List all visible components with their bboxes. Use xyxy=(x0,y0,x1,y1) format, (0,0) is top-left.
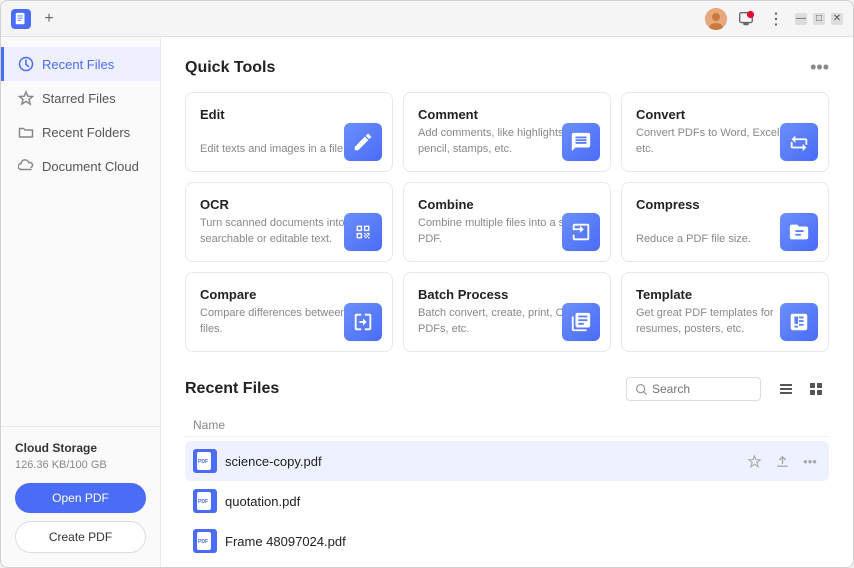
tool-name: Combine xyxy=(418,197,596,212)
search-box[interactable] xyxy=(626,377,761,401)
quick-tools-title: Quick Tools xyxy=(185,59,275,77)
sidebar-item-recent-folders[interactable]: Recent Folders xyxy=(1,115,160,149)
folder-icon xyxy=(18,124,34,140)
tool-ocr[interactable]: OCR Turn scanned documents into searchab… xyxy=(185,182,393,262)
pdf-file-icon: PDF xyxy=(193,529,217,553)
table-row[interactable]: PDF quotation.pdf xyxy=(185,481,829,521)
compare-tool-icon xyxy=(344,303,382,341)
add-tab-button[interactable]: + xyxy=(39,9,59,29)
sidebar-item-document-cloud[interactable]: Document Cloud xyxy=(1,149,160,183)
app-icon xyxy=(11,9,31,29)
tool-name: Edit xyxy=(200,107,378,122)
tool-name: Compare xyxy=(200,287,378,302)
window-controls: — □ ✕ xyxy=(795,13,843,25)
main-content: Quick Tools ••• Edit Edit texts and imag… xyxy=(161,37,853,567)
tool-name: Batch Process xyxy=(418,287,596,302)
more-options-icon[interactable]: ⋮ xyxy=(765,8,787,30)
restore-button[interactable]: □ xyxy=(813,13,825,25)
file-actions: ••• xyxy=(743,450,821,472)
star-file-button[interactable] xyxy=(743,450,765,472)
notification-icon[interactable] xyxy=(735,8,757,30)
compress-tool-icon xyxy=(780,213,818,251)
search-icon xyxy=(635,383,648,396)
tool-template[interactable]: Template Get great PDF templates for res… xyxy=(621,272,829,352)
files-table: Name PDF science-copy.pdf xyxy=(185,414,829,561)
tool-edit[interactable]: Edit Edit texts and images in a file. xyxy=(185,92,393,172)
table-row[interactable]: PDF science-copy.pdf ••• xyxy=(185,441,829,481)
pdf-file-icon: PDF xyxy=(193,449,217,473)
template-tool-icon xyxy=(780,303,818,341)
grid-view-button[interactable] xyxy=(803,376,829,402)
view-icons xyxy=(773,376,829,402)
comment-tool-icon xyxy=(562,123,600,161)
svg-text:PDF: PDF xyxy=(198,539,208,545)
minimize-button[interactable]: — xyxy=(795,13,807,25)
create-pdf-button[interactable]: Create PDF xyxy=(15,521,146,553)
avatar xyxy=(705,8,727,30)
pdf-file-icon: PDF xyxy=(193,489,217,513)
tool-batch-process[interactable]: Batch Process Batch convert, create, pri… xyxy=(403,272,611,352)
tool-name: Compress xyxy=(636,197,814,212)
tool-combine[interactable]: Combine Combine multiple files into a si… xyxy=(403,182,611,262)
titlebar-left: + xyxy=(11,9,59,29)
ocr-tool-icon xyxy=(344,213,382,251)
quick-tools-more-button[interactable]: ••• xyxy=(810,57,829,78)
quick-tools-header: Quick Tools ••• xyxy=(185,57,829,78)
cloud-icon xyxy=(18,158,34,174)
batch-tool-icon xyxy=(562,303,600,341)
column-name: Name xyxy=(193,418,225,432)
titlebar-right: ⋮ — □ ✕ xyxy=(705,8,843,30)
more-file-button[interactable]: ••• xyxy=(799,450,821,472)
sidebar-item-label: Document Cloud xyxy=(42,159,139,174)
sidebar: Recent Files Starred Files Recent Folder… xyxy=(1,37,161,567)
svg-text:PDF: PDF xyxy=(198,459,208,465)
list-view-button[interactable] xyxy=(773,376,799,402)
clock-icon xyxy=(18,56,34,72)
tool-convert[interactable]: Convert Convert PDFs to Word, Excel, PPT… xyxy=(621,92,829,172)
titlebar: + ⋮ — □ ✕ xyxy=(1,1,853,37)
tool-compress[interactable]: Compress Reduce a PDF file size. xyxy=(621,182,829,262)
table-row[interactable]: PDF Frame 48097024.pdf xyxy=(185,521,829,561)
tool-name: OCR xyxy=(200,197,378,212)
tool-compare[interactable]: Compare Compare differences between two … xyxy=(185,272,393,352)
svg-text:PDF: PDF xyxy=(198,499,208,505)
recent-files-header: Recent Files xyxy=(185,376,829,402)
sidebar-nav: Recent Files Starred Files Recent Folder… xyxy=(1,37,160,426)
search-input[interactable] xyxy=(652,382,752,396)
app-window: + ⋮ — □ ✕ Rece xyxy=(0,0,854,568)
sidebar-item-label: Recent Files xyxy=(42,57,114,72)
cloud-storage-size: 126.36 KB/100 GB xyxy=(15,459,146,471)
upload-file-button[interactable] xyxy=(771,450,793,472)
combine-tool-icon xyxy=(562,213,600,251)
file-name: quotation.pdf xyxy=(225,494,821,509)
recent-files-title: Recent Files xyxy=(185,380,279,398)
tool-name: Comment xyxy=(418,107,596,122)
files-table-header: Name xyxy=(185,414,829,437)
tool-comment[interactable]: Comment Add comments, like highlights, p… xyxy=(403,92,611,172)
tool-name: Template xyxy=(636,287,814,302)
sidebar-item-label: Recent Folders xyxy=(42,125,130,140)
edit-tool-icon xyxy=(344,123,382,161)
sidebar-item-recent-files[interactable]: Recent Files xyxy=(1,47,160,81)
open-pdf-button[interactable]: Open PDF xyxy=(15,483,146,513)
cloud-storage-label: Cloud Storage xyxy=(15,441,146,455)
convert-tool-icon xyxy=(780,123,818,161)
star-icon xyxy=(18,90,34,106)
sidebar-item-label: Starred Files xyxy=(42,91,116,106)
close-button[interactable]: ✕ xyxy=(831,13,843,25)
file-name: Frame 48097024.pdf xyxy=(225,534,821,549)
sidebar-item-starred-files[interactable]: Starred Files xyxy=(1,81,160,115)
app-content: Recent Files Starred Files Recent Folder… xyxy=(1,37,853,567)
tools-grid: Edit Edit texts and images in a file. Co… xyxy=(185,92,829,352)
recent-files-controls xyxy=(626,376,829,402)
file-name: science-copy.pdf xyxy=(225,454,735,469)
sidebar-bottom: Cloud Storage 126.36 KB/100 GB Open PDF … xyxy=(1,426,160,567)
tool-name: Convert xyxy=(636,107,814,122)
